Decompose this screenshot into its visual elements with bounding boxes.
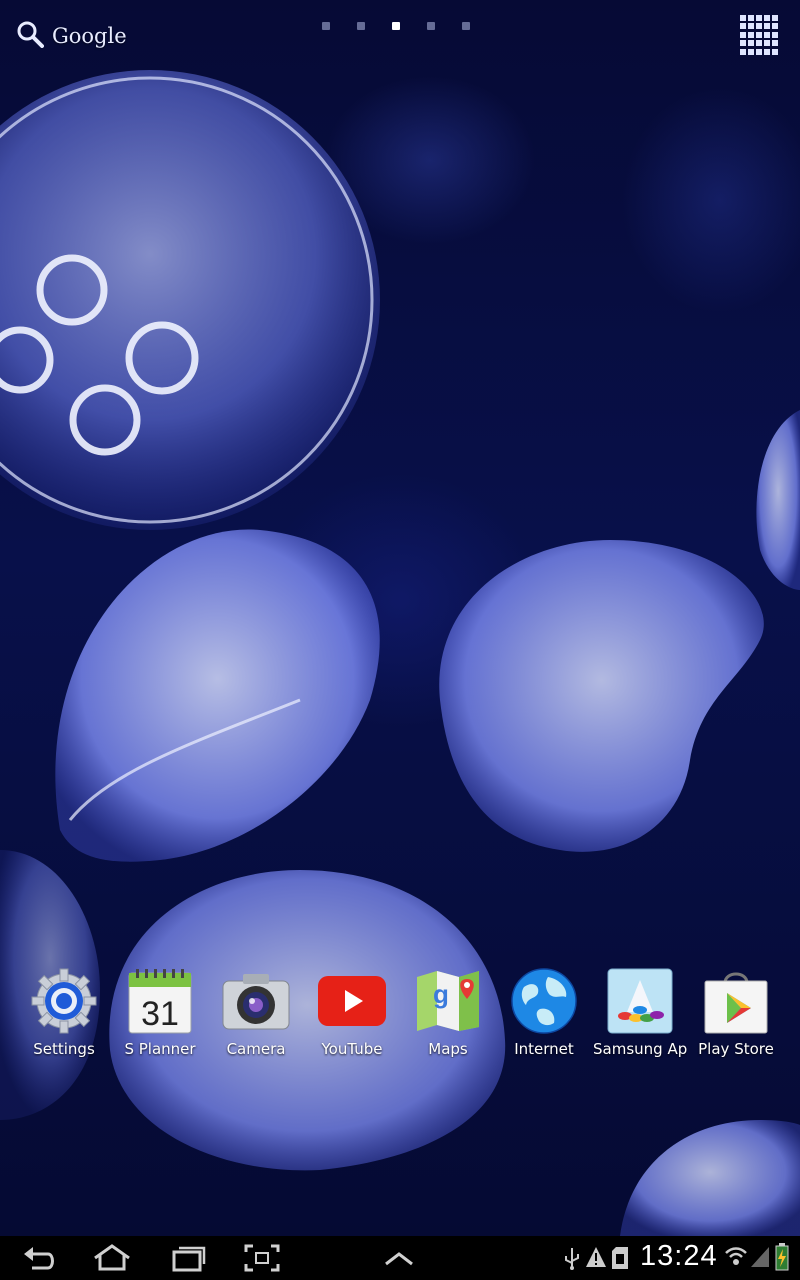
svg-text:g: g [433, 979, 449, 1009]
home-icon [94, 1244, 130, 1271]
signal-icon [750, 1246, 770, 1272]
camera-icon [221, 966, 291, 1036]
app-maps[interactable]: g Maps [400, 966, 496, 1066]
app-label: YouTube [321, 1040, 383, 1058]
calendar-icon: 31 [125, 966, 195, 1036]
app-label: Internet [514, 1040, 574, 1058]
app-label: Camera [226, 1040, 286, 1058]
sd-card-icon [611, 1246, 629, 1274]
play-store-icon [701, 966, 771, 1036]
page-indicator-dot[interactable] [427, 22, 435, 30]
app-play-store[interactable]: Play Store [688, 966, 784, 1066]
back-button[interactable] [22, 1242, 58, 1274]
app-label: Settings [33, 1040, 95, 1058]
globe-icon [509, 966, 579, 1036]
usb-icon [563, 1246, 581, 1274]
app-label: Samsung Apps [593, 1040, 687, 1058]
wifi-icon [724, 1244, 748, 1272]
app-internet[interactable]: Internet [496, 966, 592, 1066]
calendar-day-text: 31 [141, 995, 179, 1033]
settings-gear-icon [29, 966, 99, 1036]
up-chevron-icon [385, 1252, 413, 1266]
samsung-apps-icon [605, 966, 675, 1036]
system-navigation-bar: 13:24 [0, 1236, 800, 1280]
page-indicator-dot[interactable] [357, 22, 365, 30]
battery-icon [775, 1243, 789, 1275]
home-page-indicator [322, 22, 470, 30]
home-button[interactable] [92, 1242, 132, 1274]
app-s-planner[interactable]: 31 S Planner [112, 966, 208, 1066]
app-samsung-apps[interactable]: Samsung Apps [592, 966, 688, 1066]
app-youtube[interactable]: YouTube [304, 966, 400, 1066]
app-label: S Planner [124, 1040, 196, 1058]
back-icon [24, 1247, 54, 1270]
search-icon [16, 20, 44, 52]
youtube-icon [317, 966, 387, 1036]
warning-icon [585, 1246, 607, 1272]
page-indicator-dot[interactable] [322, 22, 330, 30]
app-label: Maps [428, 1040, 468, 1058]
maps-icon: g [413, 966, 483, 1036]
page-indicator-dot-active[interactable] [392, 22, 400, 30]
google-search-widget[interactable]: Google [16, 18, 127, 54]
clock[interactable]: 13:24 [640, 1240, 718, 1273]
app-camera[interactable]: Camera [208, 966, 304, 1066]
app-settings[interactable]: Settings [16, 966, 112, 1066]
apps-grid-button[interactable] [740, 15, 780, 55]
notification-panel-chevron[interactable] [383, 1242, 415, 1274]
app-dock: Settings 31 S Planner Camera YouTube g M… [16, 966, 786, 1066]
apps-grid-icon [740, 15, 746, 21]
screenshot-button[interactable] [244, 1242, 280, 1274]
recent-apps-button[interactable] [170, 1242, 206, 1274]
google-search-label: Google [52, 24, 127, 48]
app-label: Play Store [698, 1040, 774, 1058]
page-indicator-dot[interactable] [462, 22, 470, 30]
screenshot-icon [244, 1244, 280, 1272]
recent-apps-icon [172, 1246, 206, 1272]
